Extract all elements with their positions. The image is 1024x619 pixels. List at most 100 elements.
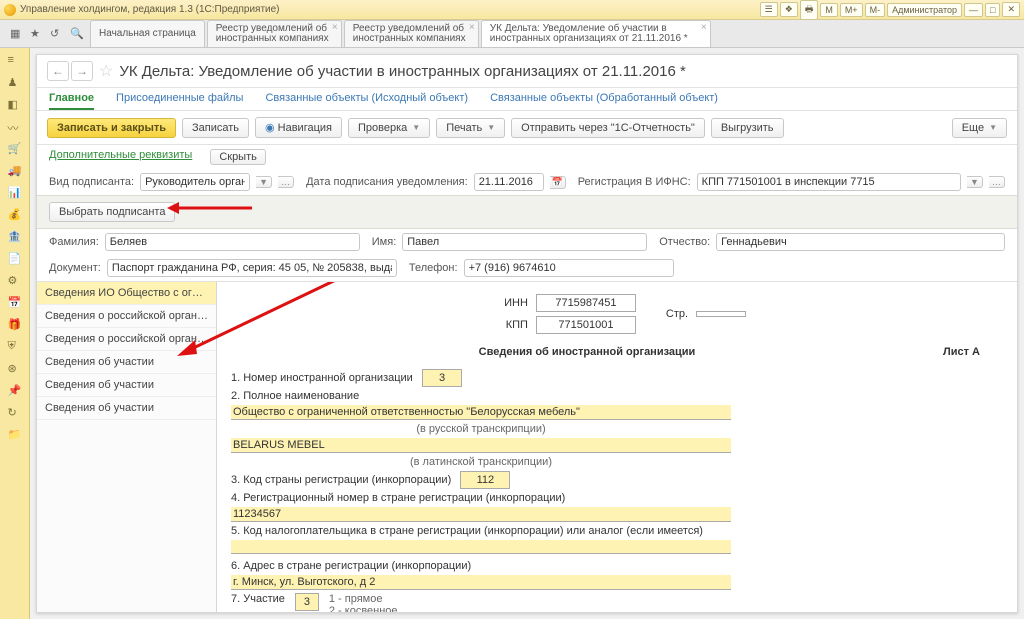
minimize-button[interactable]: — [964, 3, 983, 17]
lookup-icon[interactable]: … [989, 176, 1005, 188]
tab-home[interactable]: Начальная страница [90, 20, 205, 47]
titlebar-tool[interactable]: ❖ [780, 2, 798, 17]
sign-date-label: Дата подписания уведомления: [306, 176, 468, 188]
phone-input[interactable] [464, 259, 674, 277]
reg-input[interactable] [697, 173, 961, 191]
signer-kind-input[interactable] [140, 173, 250, 191]
titlebar-tool[interactable]: M- [865, 3, 886, 17]
firstname-label: Имя: [372, 236, 396, 248]
close-icon: × [701, 23, 707, 34]
field-label: 2. Полное наименование [231, 390, 359, 402]
list-item[interactable]: Сведения ИО Общество с огранич... [37, 282, 216, 305]
save-button[interactable]: Записать [182, 118, 249, 138]
org-icon[interactable]: ♟ [8, 76, 22, 90]
list-item[interactable]: Сведения об участии [37, 351, 216, 374]
firstname-input[interactable] [402, 233, 647, 251]
doc-icon[interactable]: 📄 [8, 252, 22, 266]
titlebar-tool[interactable]: 🖶 [800, 0, 819, 20]
quick-tools: ▦ ★ ↺ 🔍 [4, 20, 90, 47]
search-icon[interactable]: 🔍 [70, 27, 84, 41]
titlebar-tool[interactable]: ☰ [760, 2, 778, 17]
send-button[interactable]: Отправить через "1С-Отчетность" [511, 118, 705, 138]
close-icon: × [469, 23, 475, 34]
document-title: УК Дельта: Уведомление об участии в инос… [119, 63, 685, 80]
section-toolbar: ≡ ♟ ◧ 〰 🛒 🚚 📊 💰 🏦 📄 ⚙ 📅 🎁 ⛨ ⊛ 📌 ↻ 📁 [0, 48, 30, 619]
close-button[interactable]: ✕ [1002, 2, 1020, 17]
nav-back-button[interactable]: ← [47, 61, 69, 81]
titlebar-user[interactable]: Администратор [887, 3, 962, 17]
star-icon[interactable]: ★ [30, 27, 44, 41]
export-button[interactable]: Выгрузить [711, 118, 784, 138]
list-item[interactable]: Сведения о российской организации [37, 305, 216, 328]
print-button[interactable]: Печать▼ [436, 118, 505, 138]
history-icon[interactable]: ↺ [50, 27, 64, 41]
check-button[interactable]: Проверка▼ [348, 118, 430, 138]
nav-forward-button[interactable]: → [71, 61, 93, 81]
field-label: 6. Адрес в стране регистрации (инкорпора… [231, 560, 471, 572]
grid-icon[interactable]: ▦ [10, 27, 24, 41]
reg-label: Регистрация В ИФНС: [578, 176, 691, 188]
command-bar: Записать и закрыть Записать ◉Навигация П… [37, 111, 1017, 145]
document-input[interactable] [107, 259, 397, 277]
org-number-value[interactable]: 3 [422, 369, 462, 387]
favorite-icon[interactable]: ☆ [99, 61, 113, 81]
stats-icon[interactable]: 📊 [8, 186, 22, 200]
chart-icon[interactable]: ◧ [8, 98, 22, 112]
submenu-rel2[interactable]: Связанные объекты (Обработанный объект) [490, 92, 718, 110]
signer-kind-label: Вид подписанта: [49, 176, 134, 188]
refresh-icon[interactable]: ↻ [8, 406, 22, 420]
fullname-lat[interactable]: BELARUS MEBEL [231, 438, 731, 453]
list-item[interactable]: Сведения о российской организации [37, 328, 216, 351]
folder-icon[interactable]: 📁 [8, 428, 22, 442]
menu-icon[interactable]: ≡ [8, 54, 22, 68]
submenu-main[interactable]: Главное [49, 92, 94, 110]
submenu-files[interactable]: Присоединенные файлы [116, 92, 243, 110]
participation-code[interactable]: 3 [295, 593, 319, 611]
choose-signer-bar: Выбрать подписанта [37, 195, 1017, 229]
more-button[interactable]: Еще▼ [952, 118, 1007, 138]
reg-number[interactable]: 11234567 [231, 507, 731, 522]
gift-icon[interactable]: 🎁 [8, 318, 22, 332]
titlebar-tool[interactable]: M+ [840, 3, 863, 17]
list-item[interactable]: Сведения об участии [37, 374, 216, 397]
tab-registry-2[interactable]: Реестр уведомлений об иностранных компан… [344, 20, 479, 47]
dropdown-icon[interactable]: ▼ [967, 176, 983, 188]
tab-registry-1[interactable]: Реестр уведомлений об иностранных компан… [207, 20, 342, 47]
additional-requisites-link[interactable]: Дополнительные реквизиты [49, 149, 192, 165]
midname-input[interactable] [716, 233, 1005, 251]
submenu-rel1[interactable]: Связанные объекты (Исходный объект) [265, 92, 468, 110]
calendar-icon[interactable]: 📅 [8, 296, 22, 310]
money-icon[interactable]: 💰 [8, 208, 22, 222]
safe-icon[interactable]: 🏦 [8, 230, 22, 244]
form-body[interactable]: ИНН7715987451 КПП771501001 Стр. Сведения… [217, 282, 1017, 612]
annotation-arrow [167, 198, 257, 218]
trend-icon[interactable]: 〰 [8, 120, 22, 134]
document-header: ← → ☆ УК Дельта: Уведомление об участии … [37, 55, 1017, 88]
dropdown-icon[interactable]: ▼ [256, 176, 272, 188]
globe-icon[interactable]: ⊛ [8, 362, 22, 376]
lastname-input[interactable] [105, 233, 360, 251]
gear-icon[interactable]: ⚙ [8, 274, 22, 288]
hide-button[interactable]: Скрыть [210, 149, 266, 165]
cart-icon[interactable]: 🛒 [8, 142, 22, 156]
maximize-button[interactable]: □ [985, 3, 1000, 17]
field-label: 5. Код налогоплательщика в стране регист… [231, 525, 703, 537]
calendar-icon[interactable]: 📅 [550, 176, 566, 189]
fullname-ru[interactable]: Общество с ограниченной ответственностью… [231, 405, 731, 420]
nav-button[interactable]: ◉Навигация [255, 117, 342, 138]
lookup-icon[interactable]: … [278, 176, 294, 188]
country-code[interactable]: 112 [460, 471, 510, 489]
sign-date-input[interactable] [474, 173, 544, 191]
tab-document[interactable]: УК Дельта: Уведомление об участии в инос… [481, 20, 711, 47]
address[interactable]: г. Минск, ул. Выготского, д 2 [231, 575, 731, 590]
taxpayer-code[interactable] [231, 540, 731, 554]
kpp-label: КПП [488, 319, 528, 331]
save-close-button[interactable]: Записать и закрыть [47, 118, 176, 138]
pin-icon[interactable]: 📌 [8, 384, 22, 398]
truck-icon[interactable]: 🚚 [8, 164, 22, 178]
person-name-row: Фамилия: Имя: Отчество: [37, 229, 1017, 255]
choose-signer-button[interactable]: Выбрать подписанта [49, 202, 175, 222]
titlebar-tool[interactable]: M [820, 3, 838, 17]
shield-icon[interactable]: ⛨ [8, 340, 22, 354]
list-item[interactable]: Сведения об участии [37, 397, 216, 420]
